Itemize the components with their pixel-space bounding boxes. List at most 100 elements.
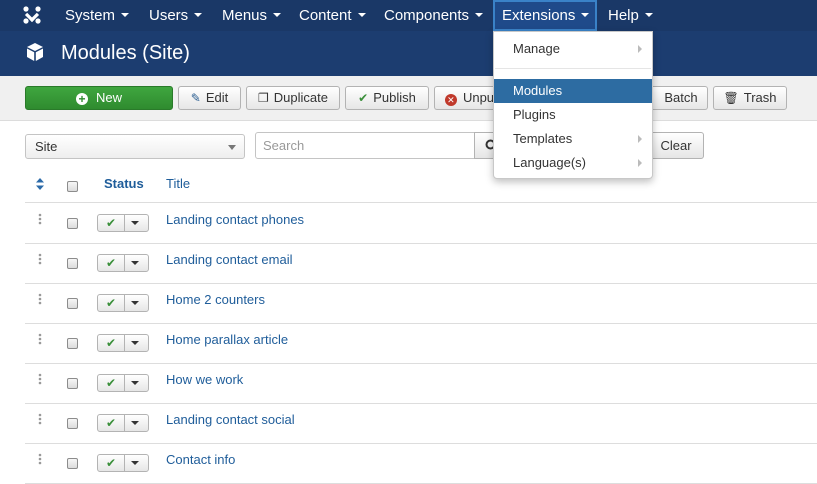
published-check-icon[interactable]: ✔ (98, 255, 125, 271)
chevron-down-icon (194, 13, 203, 17)
published-check-icon[interactable]: ✔ (98, 335, 125, 351)
row-checkbox[interactable] (67, 378, 78, 389)
table-row: ✔ Landing contact phones (25, 203, 817, 244)
table-row: ✔ Landing contact email (25, 243, 817, 284)
drag-handle-icon[interactable] (38, 373, 42, 385)
drag-handle-icon[interactable] (38, 213, 42, 225)
published-check-icon[interactable]: ✔ (98, 455, 125, 471)
menu-divider (495, 68, 651, 69)
menu-item-languages[interactable]: Language(s) (494, 151, 652, 175)
chevron-down-icon[interactable] (131, 381, 139, 385)
module-title-link[interactable]: How we work (166, 363, 243, 399)
batch-button[interactable]: Batch (646, 86, 708, 110)
publish-button[interactable]: ✔ Publish (345, 86, 429, 110)
status-toggle[interactable]: ✔ (97, 294, 149, 312)
table-row: ✔ Home parallax article (25, 323, 817, 364)
module-title-link[interactable]: Contact info (166, 443, 235, 479)
toolbar: + New ✎ Edit ❐ Duplicate ✔ Publish ✕ Unpu Bat… (0, 76, 817, 121)
module-title-link[interactable]: Home parallax article (166, 323, 288, 359)
search-input[interactable] (255, 132, 475, 159)
chevron-down-icon[interactable] (131, 461, 139, 465)
nav-extensions[interactable]: Extensions (493, 0, 597, 31)
status-toggle[interactable]: ✔ (97, 254, 149, 272)
status-toggle[interactable]: ✔ (97, 454, 149, 472)
chevron-down-icon[interactable] (131, 301, 139, 305)
chevron-right-icon (638, 45, 642, 53)
chevron-down-icon[interactable] (131, 221, 139, 225)
drag-handle-icon[interactable] (38, 413, 42, 425)
menu-item-manage[interactable]: Manage (494, 37, 652, 61)
new-button[interactable]: + New (25, 86, 173, 110)
edit-icon: ✎ (190, 91, 201, 105)
chevron-down-icon (475, 13, 484, 17)
row-checkbox[interactable] (67, 418, 78, 429)
copy-icon: ❐ (258, 91, 269, 105)
plus-icon: + (75, 93, 88, 105)
chevron-down-icon (357, 13, 366, 17)
cube-icon (27, 43, 43, 61)
sort-icon[interactable] (36, 178, 44, 190)
row-checkbox[interactable] (67, 258, 78, 269)
chevron-right-icon (638, 135, 642, 143)
status-toggle[interactable]: ✔ (97, 374, 149, 392)
chevron-down-icon[interactable] (131, 421, 139, 425)
title-column-header[interactable]: Title (166, 166, 190, 202)
nav-system[interactable]: System (65, 0, 130, 31)
chevron-right-icon (638, 159, 642, 167)
chevron-down-icon[interactable] (131, 341, 139, 345)
row-checkbox[interactable] (67, 218, 78, 229)
row-checkbox[interactable] (67, 458, 78, 469)
unpublish-icon: ✕ (444, 94, 457, 106)
extensions-dropdown-menu: Manage Modules Plugins Templates Languag… (493, 31, 653, 179)
module-title-link[interactable]: Landing contact social (166, 403, 295, 439)
clear-button[interactable]: Clear (648, 132, 704, 159)
nav-menus[interactable]: Menus (222, 0, 282, 31)
check-icon: ✔ (358, 91, 369, 105)
chevron-down-icon (121, 13, 130, 17)
chevron-down-icon (273, 13, 282, 17)
trash-icon: 🗑 (723, 91, 739, 105)
menu-item-templates[interactable]: Templates (494, 127, 652, 151)
trash-button[interactable]: 🗑 Trash (713, 86, 787, 110)
chevron-down-icon[interactable] (131, 261, 139, 265)
published-check-icon[interactable]: ✔ (98, 215, 125, 231)
module-title-link[interactable]: Landing contact phones (166, 203, 304, 239)
published-check-icon[interactable]: ✔ (98, 375, 125, 391)
nav-components[interactable]: Components (384, 0, 484, 31)
drag-handle-icon[interactable] (38, 293, 42, 305)
status-toggle[interactable]: ✔ (97, 414, 149, 432)
select-all-checkbox[interactable] (67, 181, 78, 192)
module-title-link[interactable]: Home 2 counters (166, 283, 265, 319)
top-navbar: System Users Menus Content Components Ex… (0, 0, 817, 31)
nav-users[interactable]: Users (149, 0, 203, 31)
row-checkbox[interactable] (67, 298, 78, 309)
module-title-link[interactable]: Landing contact email (166, 243, 292, 279)
table-row: ✔ Landing contact social (25, 403, 817, 444)
menu-item-plugins[interactable]: Plugins (494, 103, 652, 127)
published-check-icon[interactable]: ✔ (98, 415, 125, 431)
nav-content[interactable]: Content (299, 0, 366, 31)
table-header: Status Title (25, 166, 817, 203)
drag-handle-icon[interactable] (38, 333, 42, 345)
published-check-icon[interactable]: ✔ (98, 295, 125, 311)
page-title: Modules (Site) (61, 42, 190, 64)
chevron-down-icon (581, 13, 590, 17)
drag-handle-icon[interactable] (38, 253, 42, 265)
nav-help[interactable]: Help (608, 0, 653, 31)
client-select[interactable]: Site (25, 134, 245, 159)
menu-item-modules[interactable]: Modules (494, 79, 652, 103)
chevron-down-icon (644, 13, 653, 17)
table-row: ✔ Contact info (25, 443, 817, 484)
row-checkbox[interactable] (67, 338, 78, 349)
edit-button[interactable]: ✎ Edit (178, 86, 241, 110)
status-toggle[interactable]: ✔ (97, 334, 149, 352)
drag-handle-icon[interactable] (38, 453, 42, 465)
select-arrow-icon (228, 145, 236, 150)
status-column-header[interactable]: Status (104, 166, 144, 202)
page-header: Modules (Site) (0, 31, 817, 76)
duplicate-button[interactable]: ❐ Duplicate (246, 86, 340, 110)
table-row: ✔ How we work (25, 363, 817, 404)
table-row: ✔ Home 2 counters (25, 283, 817, 324)
status-toggle[interactable]: ✔ (97, 214, 149, 232)
joomla-logo-icon[interactable] (22, 5, 42, 25)
